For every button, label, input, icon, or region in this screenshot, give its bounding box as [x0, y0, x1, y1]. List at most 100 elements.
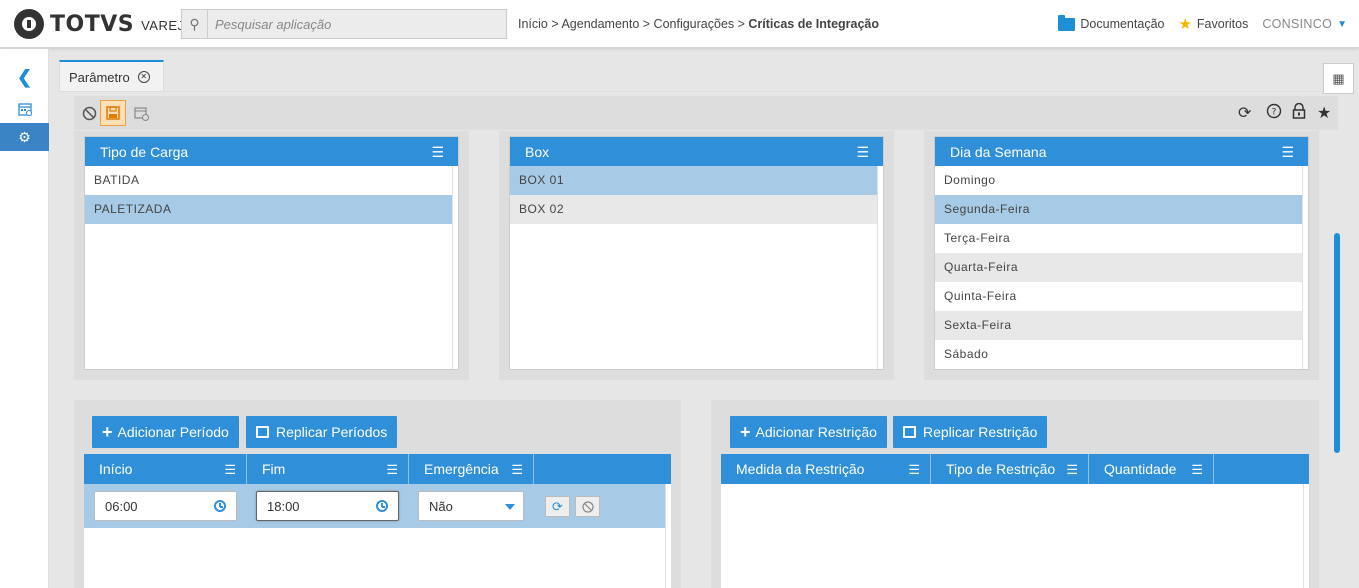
schedule-icon[interactable]: [128, 100, 154, 126]
list-item[interactable]: Quinta-Feira: [935, 282, 1302, 311]
star-icon[interactable]: ★: [1317, 103, 1331, 123]
replicate-periods-label: Replicar Períodos: [276, 424, 388, 440]
list-item[interactable]: Sábado: [935, 340, 1302, 369]
tab-label: Parâmetro: [69, 69, 130, 85]
logo-text: TOTVS: [50, 11, 135, 37]
list-item[interactable]: BOX 02: [510, 195, 877, 224]
top-header: TOTVS VAREJO ⚲ Início > Agendamento > Co…: [0, 0, 1359, 48]
page-scrollbar[interactable]: [1334, 233, 1340, 453]
search-input[interactable]: [209, 10, 505, 38]
copy-icon: [256, 426, 269, 438]
list-item-selected[interactable]: BOX 01: [510, 166, 877, 195]
list-item[interactable]: Domingo: [935, 166, 1302, 195]
scrollbar[interactable]: [452, 166, 458, 369]
list-item-selected[interactable]: Segunda-Feira: [935, 195, 1302, 224]
help-icon[interactable]: ?: [1266, 103, 1282, 124]
column-label: Quantidade: [1104, 461, 1177, 477]
breadcrumb-item[interactable]: Agendamento: [561, 17, 639, 31]
close-all-tabs-icon[interactable]: ▦: [1323, 63, 1354, 94]
calendar-icon[interactable]: [0, 95, 49, 123]
periodos-grid-body: 06:00 18:00 Não ⟳: [84, 484, 671, 588]
scrollbar[interactable]: [665, 484, 671, 588]
list-header-title: Tipo de Carga: [100, 143, 189, 160]
list-item-selected[interactable]: PALETIZADA: [85, 195, 452, 224]
list-item[interactable]: BATIDA: [85, 166, 458, 195]
lock-icon[interactable]: [1292, 102, 1306, 124]
cancel-row-icon[interactable]: [575, 496, 600, 517]
list-header: Tipo de Carga ☰: [85, 137, 458, 166]
periodos-actions: + Adicionar Período Replicar Períodos: [84, 410, 671, 450]
favorites-label: Favoritos: [1196, 17, 1249, 31]
breadcrumb-item[interactable]: Configurações: [654, 17, 735, 31]
caret-down-icon: ▼: [1337, 18, 1347, 30]
clock-icon[interactable]: [376, 500, 388, 512]
menu-icon[interactable]: ☰: [908, 462, 920, 478]
replicate-restriction-button[interactable]: Replicar Restrição: [893, 416, 1048, 448]
list-item[interactable]: Terça-Feira: [935, 224, 1302, 253]
list-tipo-carga: Tipo de Carga ☰ BATIDA PALETIZADA: [84, 136, 459, 370]
documentation-link[interactable]: Documentação: [1058, 14, 1164, 31]
menu-icon[interactable]: ☰: [1066, 462, 1078, 478]
column-header-tipo[interactable]: Tipo de Restrição ☰: [931, 454, 1089, 484]
add-restriction-button[interactable]: + Adicionar Restrição: [730, 416, 887, 448]
search-icon[interactable]: ⚲: [182, 10, 208, 38]
column-header-quantidade[interactable]: Quantidade ☰: [1089, 454, 1214, 484]
scrollbar[interactable]: [1303, 484, 1309, 588]
column-header-emergencia[interactable]: Emergência ☰: [409, 454, 534, 484]
menu-icon[interactable]: ☰: [224, 462, 236, 478]
column-label: Fim: [262, 461, 286, 477]
menu-icon[interactable]: ☰: [431, 144, 444, 161]
plus-icon: +: [102, 422, 113, 442]
favorites-link[interactable]: ★ Favoritos: [1178, 15, 1248, 33]
breadcrumb: Início > Agendamento > Configurações > C…: [518, 17, 880, 31]
menu-icon[interactable]: ☰: [856, 144, 869, 161]
refresh-icon[interactable]: ⟳: [1238, 103, 1251, 123]
list-header-title: Dia da Semana: [950, 143, 1047, 160]
column-header-extra: [1214, 454, 1309, 484]
plus-icon: +: [740, 422, 751, 442]
start-time-input[interactable]: 06:00: [94, 491, 237, 521]
emergency-select[interactable]: Não: [418, 491, 524, 521]
close-icon[interactable]: ✕: [137, 71, 150, 83]
column-header-medida[interactable]: Medida da Restrição ☰: [721, 454, 931, 484]
scrollbar[interactable]: [1302, 166, 1308, 369]
list-item[interactable]: Quarta-Feira: [935, 253, 1302, 282]
start-time-value: 06:00: [105, 498, 138, 514]
menu-icon[interactable]: ☰: [511, 462, 523, 478]
totvs-logo[interactable]: TOTVS VAREJO: [14, 9, 195, 39]
clock-icon[interactable]: [214, 500, 226, 512]
breadcrumb-item[interactable]: Início: [518, 17, 548, 31]
chevron-down-icon: [505, 504, 515, 510]
periodos-grid-header: Início ☰ Fim ☰ Emergência ☰: [84, 454, 671, 484]
menu-icon[interactable]: ☰: [1281, 144, 1294, 161]
replicate-periods-button[interactable]: Replicar Períodos: [246, 416, 398, 448]
restricoes-grid-body: [721, 484, 1309, 588]
scrollbar[interactable]: [877, 166, 883, 369]
table-row: 06:00 18:00 Não ⟳: [84, 484, 665, 528]
logo-icon: [14, 9, 44, 39]
search-box: ⚲: [181, 9, 507, 39]
column-label: Início: [99, 461, 133, 477]
refresh-row-button[interactable]: ⟳: [545, 496, 570, 517]
tab-divider: [59, 91, 1356, 92]
copy-icon: [903, 426, 916, 438]
list-item[interactable]: Sexta-Feira: [935, 311, 1302, 340]
folder-icon: [1058, 14, 1076, 31]
add-period-button[interactable]: + Adicionar Período: [92, 416, 239, 448]
toolbar: ⟳ ? ★: [74, 96, 1338, 130]
cancel-icon[interactable]: [76, 100, 102, 126]
restricoes-actions: + Adicionar Restrição Replicar Restrição: [721, 410, 1309, 450]
list-header: Dia da Semana ☰: [935, 137, 1308, 166]
save-icon[interactable]: [100, 100, 126, 126]
gear-icon[interactable]: ⚙: [0, 123, 49, 151]
menu-icon[interactable]: ☰: [386, 462, 398, 478]
menu-icon[interactable]: ☰: [1191, 462, 1203, 478]
user-label: CONSINCO: [1262, 17, 1333, 31]
restricoes-grid-header: Medida da Restrição ☰ Tipo de Restrição …: [721, 454, 1309, 484]
back-chevron-icon[interactable]: ❮: [0, 63, 49, 91]
column-header-fim[interactable]: Fim ☰: [247, 454, 409, 484]
end-time-input[interactable]: 18:00: [256, 491, 399, 521]
tab-parametro[interactable]: Parâmetro ✕: [59, 60, 164, 92]
user-menu[interactable]: CONSINCO ▼: [1262, 17, 1347, 31]
column-header-inicio[interactable]: Início ☰: [84, 454, 247, 484]
